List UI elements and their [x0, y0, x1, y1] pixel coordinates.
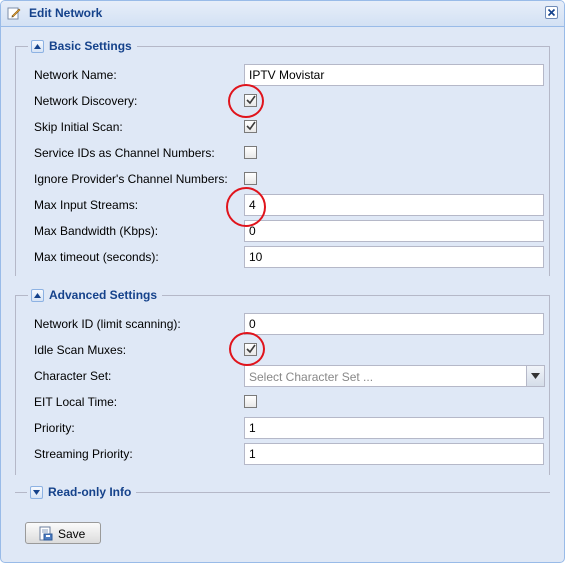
ignore-provider-checkbox[interactable]: [244, 172, 257, 185]
max-timeout-input[interactable]: 10: [244, 246, 544, 268]
skip-initial-scan-label: Skip Initial Scan:: [34, 120, 123, 134]
chevron-down-icon: [531, 373, 540, 379]
save-button[interactable]: Save: [25, 522, 101, 544]
streaming-priority-label: Streaming Priority:: [34, 447, 133, 461]
max-timeout-label: Max timeout (seconds):: [34, 250, 159, 264]
max-bandwidth-label: Max Bandwidth (Kbps):: [34, 224, 159, 238]
max-bandwidth-row: Max Bandwidth (Kbps): 0: [16, 220, 551, 242]
advanced-settings-fieldset: Advanced Settings Network ID (limit scan…: [15, 287, 551, 475]
advanced-settings-legend[interactable]: Advanced Settings: [28, 287, 163, 303]
character-set-select[interactable]: Select Character Set ...: [244, 365, 545, 387]
collapse-toggle[interactable]: [31, 288, 44, 302]
network-discovery-label: Network Discovery:: [34, 94, 138, 108]
priority-input[interactable]: 1: [244, 417, 544, 439]
pencil-edit-icon: [7, 7, 21, 20]
eit-local-time-label: EIT Local Time:: [34, 395, 118, 409]
chevron-down-icon: [33, 489, 40, 495]
network-name-input[interactable]: IPTV Movistar: [244, 64, 544, 86]
form-body: Basic Settings Network Name: IPTV Movist…: [6, 27, 559, 558]
checkmark-icon: [246, 121, 256, 131]
streaming-priority-input[interactable]: 1: [244, 443, 544, 465]
character-set-row: Character Set: Select Character Set ...: [16, 365, 551, 387]
close-button[interactable]: [545, 6, 558, 19]
ignore-provider-label: Ignore Provider's Channel Numbers:: [34, 172, 228, 186]
save-label: Save: [58, 527, 86, 541]
network-id-row: Network ID (limit scanning): 0: [16, 313, 551, 335]
readonly-info-legend[interactable]: Read-only Info: [27, 484, 137, 500]
eit-local-time-row: EIT Local Time:: [16, 391, 551, 413]
network-discovery-checkbox[interactable]: [244, 94, 257, 107]
max-input-streams-label: Max Input Streams:: [34, 198, 139, 212]
idle-scan-muxes-label: Idle Scan Muxes:: [34, 343, 127, 357]
priority-label: Priority:: [34, 421, 75, 435]
service-ids-row: Service IDs as Channel Numbers:: [16, 142, 551, 164]
skip-initial-scan-row: Skip Initial Scan:: [16, 116, 551, 138]
character-set-label: Character Set:: [34, 369, 112, 383]
idle-scan-muxes-row: Idle Scan Muxes:: [16, 339, 551, 361]
basic-settings-fieldset: Basic Settings Network Name: IPTV Movist…: [15, 38, 551, 276]
priority-row: Priority: 1: [16, 417, 551, 439]
save-document-icon: [39, 526, 53, 541]
max-bandwidth-input[interactable]: 0: [244, 220, 544, 242]
network-id-input[interactable]: 0: [244, 313, 544, 335]
window-titlebar[interactable]: Edit Network: [1, 1, 564, 27]
expand-toggle[interactable]: [30, 485, 43, 499]
streaming-priority-row: Streaming Priority: 1: [16, 443, 551, 465]
chevron-up-icon: [34, 292, 41, 298]
network-id-label: Network ID (limit scanning):: [34, 317, 181, 331]
legend-title: Advanced Settings: [49, 288, 158, 302]
eit-local-time-checkbox[interactable]: [244, 395, 257, 408]
legend-title: Basic Settings: [49, 39, 132, 53]
window-title: Edit Network: [29, 6, 103, 20]
skip-initial-scan-checkbox[interactable]: [244, 120, 257, 133]
service-ids-label: Service IDs as Channel Numbers:: [34, 146, 215, 160]
service-ids-checkbox[interactable]: [244, 146, 257, 159]
edit-network-window: Edit Network Basic Settings Network Name…: [0, 0, 565, 563]
network-name-row: Network Name: IPTV Movistar: [16, 64, 551, 86]
max-input-streams-input[interactable]: 4: [244, 194, 544, 216]
checkmark-icon: [246, 95, 256, 105]
ignore-provider-row: Ignore Provider's Channel Numbers:: [16, 168, 551, 190]
readonly-info-fieldset: Read-only Info: [15, 484, 550, 500]
chevron-up-icon: [34, 43, 41, 49]
character-set-placeholder: Select Character Set ...: [249, 370, 374, 384]
network-discovery-row: Network Discovery:: [16, 90, 551, 112]
collapse-toggle[interactable]: [31, 39, 44, 53]
max-timeout-row: Max timeout (seconds): 10: [16, 246, 551, 268]
close-icon: [547, 8, 556, 17]
checkmark-icon: [246, 344, 256, 354]
max-input-streams-row: Max Input Streams: 4: [16, 194, 551, 216]
legend-title: Read-only Info: [48, 485, 132, 499]
idle-scan-muxes-checkbox[interactable]: [244, 343, 257, 356]
dropdown-trigger[interactable]: [526, 366, 544, 386]
basic-settings-legend[interactable]: Basic Settings: [28, 38, 137, 54]
network-name-label: Network Name:: [34, 68, 117, 82]
